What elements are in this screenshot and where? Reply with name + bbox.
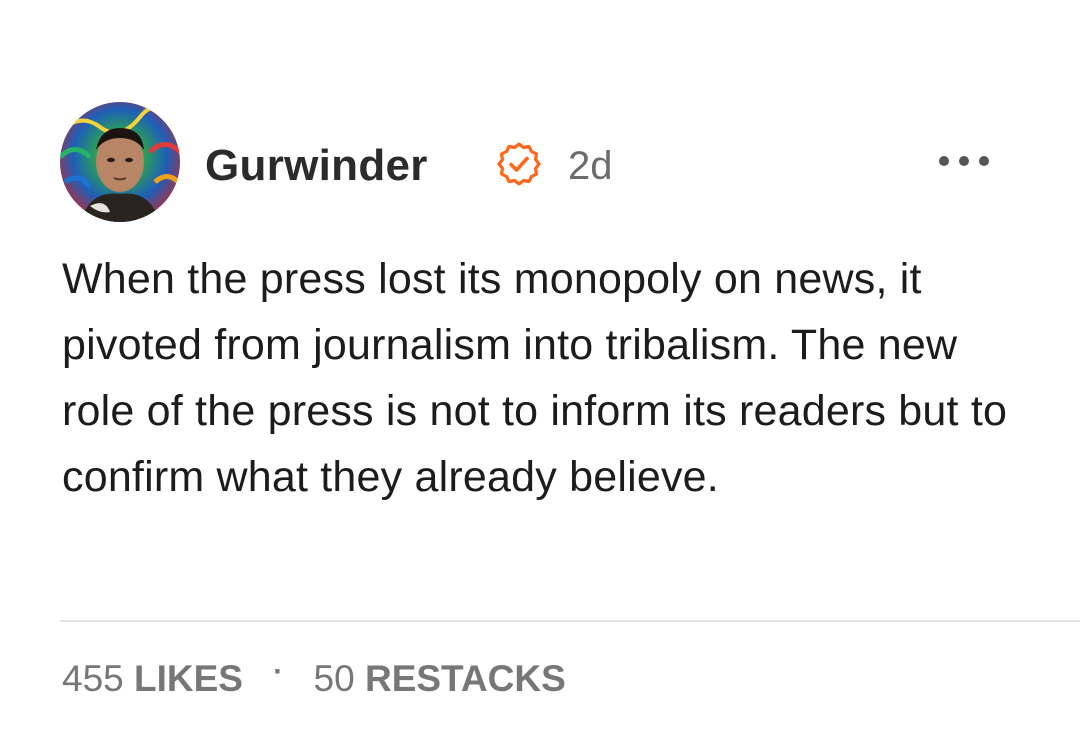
separator-dot: · <box>273 655 284 688</box>
divider <box>60 620 1080 622</box>
avatar-image <box>60 102 180 222</box>
post-body-text: When the press lost its monopoly on news… <box>62 255 1008 501</box>
post-header: Gurwinder 2d <box>60 102 1000 224</box>
restacks-label: RESTACKS <box>364 658 566 699</box>
restacks-link[interactable]: 50 RESTACKS <box>314 658 566 699</box>
likes-count: 455 <box>62 658 124 699</box>
author-name[interactable]: Gurwinder <box>205 138 428 194</box>
restacks-count: 50 <box>313 658 355 699</box>
avatar[interactable] <box>60 102 180 222</box>
likes-link[interactable]: 455 LIKES <box>62 658 253 699</box>
verified-check-icon <box>497 142 541 186</box>
engagement-bar: 455 LIKES · 50 RESTACKS <box>62 655 566 705</box>
likes-label: LIKES <box>134 658 243 699</box>
more-horizontal-icon[interactable] <box>936 149 992 173</box>
post-timestamp: 2d <box>568 144 613 188</box>
